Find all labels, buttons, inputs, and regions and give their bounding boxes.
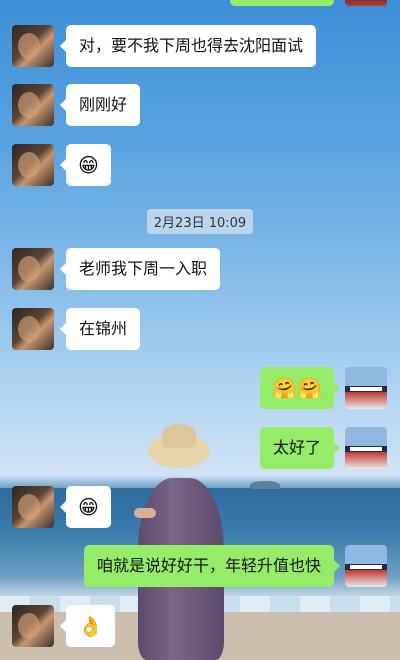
contact-avatar[interactable]: [12, 308, 54, 350]
previous-message-bubble[interactable]: [230, 0, 334, 6]
message-row: 太好了: [0, 427, 400, 469]
message-row: 老师我下周一入职: [0, 248, 400, 290]
message-row: 👌: [0, 605, 400, 647]
message-row: 🤗🤗: [0, 367, 400, 409]
contact-avatar[interactable]: [12, 486, 54, 528]
contact-avatar[interactable]: [12, 84, 54, 126]
timestamp-label: 2月23日 10:09: [146, 209, 254, 234]
message-row: 😁: [0, 144, 400, 186]
message-row: 对，要不我下周也得去沈阳面试: [0, 25, 400, 67]
message-row: 刚刚好: [0, 84, 400, 126]
timestamp-divider: 2月23日 10:09: [0, 209, 400, 234]
message-bubble[interactable]: 太好了: [259, 427, 341, 469]
grin-emoji-message[interactable]: 😁: [60, 486, 111, 528]
message-row: 在锦州: [0, 308, 400, 350]
message-row: 咱就是说好好干，年轻升值也快: [0, 545, 400, 587]
grin-emoji-message[interactable]: 😁: [60, 144, 111, 186]
my-avatar[interactable]: [345, 427, 387, 469]
my-avatar[interactable]: [345, 367, 387, 409]
message-bubble[interactable]: 刚刚好: [59, 84, 141, 126]
message-row: 😁: [0, 486, 400, 528]
message-bubble[interactable]: 老师我下周一入职: [59, 248, 221, 290]
message-bubble[interactable]: 咱就是说好好干，年轻升值也快: [83, 545, 341, 587]
my-avatar[interactable]: [345, 545, 387, 587]
contact-avatar[interactable]: [12, 605, 54, 647]
message-bubble[interactable]: 对，要不我下周也得去沈阳面试: [59, 25, 317, 67]
ok-hand-emoji-message[interactable]: 👌: [60, 605, 115, 647]
previous-message-avatar[interactable]: [345, 0, 387, 6]
hug-emoji-message[interactable]: 🤗🤗: [260, 367, 340, 409]
message-bubble[interactable]: 在锦州: [59, 308, 141, 350]
contact-avatar[interactable]: [12, 25, 54, 67]
contact-avatar[interactable]: [12, 248, 54, 290]
contact-avatar[interactable]: [12, 144, 54, 186]
